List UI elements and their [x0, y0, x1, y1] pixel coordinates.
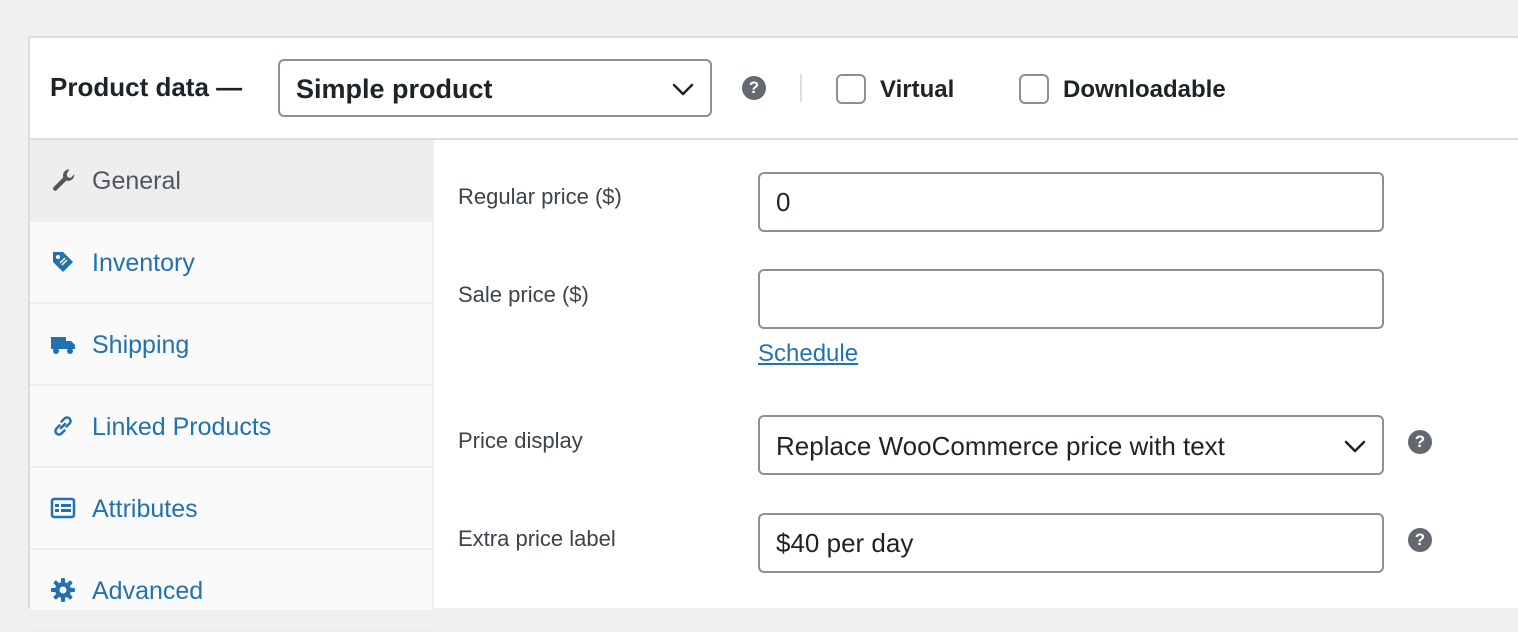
tab-linked-products-label: Linked Products: [92, 413, 272, 441]
tab-shipping-label: Shipping: [92, 331, 190, 359]
price-display-value: Replace WooCommerce price with text: [776, 431, 1225, 461]
regular-price-input[interactable]: [758, 172, 1384, 232]
downloadable-label[interactable]: Downloadable: [1063, 76, 1226, 104]
chevron-down-icon: [672, 83, 694, 96]
tab-attributes[interactable]: Attributes: [30, 468, 432, 550]
wrench-icon: [52, 169, 75, 191]
tab-advanced[interactable]: Advanced: [30, 550, 432, 632]
tab-linked-products[interactable]: Linked Products: [30, 386, 432, 468]
product-type-select[interactable]: Simple product: [278, 59, 712, 117]
product-data-tabs: General Inventory Shipping Linked Produc…: [30, 140, 434, 632]
help-icon[interactable]: ?: [742, 76, 766, 100]
sale-price-input[interactable]: [758, 269, 1384, 329]
tab-attributes-label: Attributes: [92, 495, 198, 523]
tab-advanced-label: Advanced: [92, 577, 204, 605]
product-data-panel: Product data — Simple product ? Virtual …: [28, 36, 1518, 632]
truck-icon: [51, 337, 75, 354]
gear-icon: [51, 578, 75, 602]
schedule-link[interactable]: Schedule: [758, 340, 858, 368]
list-icon: [50, 497, 76, 519]
price-display-label: Price display: [458, 428, 583, 453]
virtual-checkbox[interactable]: [836, 74, 866, 104]
downloadable-checkbox[interactable]: [1019, 74, 1049, 104]
product-type-value: Simple product: [296, 74, 493, 104]
tab-inventory[interactable]: Inventory: [30, 222, 432, 304]
extra-price-label: Extra price label: [458, 526, 616, 551]
extra-price-label-input[interactable]: [758, 513, 1384, 573]
product-data-header: Product data — Simple product ? Virtual …: [30, 38, 1518, 140]
header-divider: [800, 74, 802, 102]
regular-price-label: Regular price ($): [458, 184, 622, 209]
tab-inventory-label: Inventory: [92, 249, 195, 277]
panel-title: Product data —: [50, 72, 243, 102]
tab-general[interactable]: General: [30, 140, 432, 222]
sale-price-label: Sale price ($): [458, 282, 589, 307]
tab-general-label: General: [92, 167, 181, 195]
tag-icon: [53, 252, 73, 272]
price-display-help-icon[interactable]: ?: [1408, 430, 1432, 454]
virtual-label[interactable]: Virtual: [880, 76, 954, 104]
extra-price-help-icon[interactable]: ?: [1408, 528, 1432, 552]
tab-shipping[interactable]: Shipping: [30, 304, 432, 386]
chevron-down-icon: [1344, 440, 1366, 453]
price-display-select[interactable]: Replace WooCommerce price with text: [758, 415, 1384, 475]
link-icon: [54, 416, 72, 436]
